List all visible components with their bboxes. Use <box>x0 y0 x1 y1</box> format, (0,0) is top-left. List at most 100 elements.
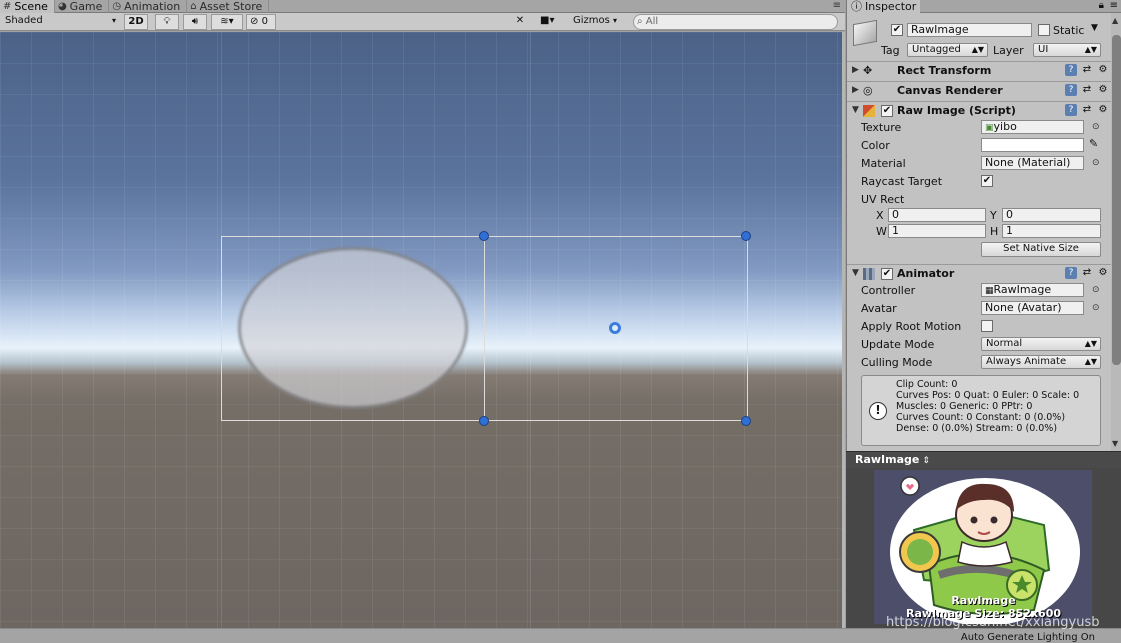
pivot-handle[interactable] <box>609 322 621 334</box>
uv-x-field[interactable]: 0 <box>888 208 986 222</box>
uv-w-value: 1 <box>892 224 899 237</box>
help-book-icon[interactable]: ? <box>1065 267 1077 279</box>
material-field[interactable]: None (Material) <box>981 156 1084 170</box>
apply-root-motion-checkbox[interactable] <box>981 320 993 332</box>
gear-icon[interactable]: ⚙ <box>1097 64 1109 76</box>
texture-thumb-icon: ▣ <box>985 123 994 133</box>
component-canvas-renderer[interactable]: ▶ ◎ Canvas Renderer ? ⇄ ⚙ <box>847 81 1111 100</box>
tab-asset-store[interactable]: ⌂ Asset Store <box>187 0 270 13</box>
active-checkbox[interactable]: ✔ <box>891 24 903 36</box>
avatar-field[interactable]: None (Avatar) <box>981 301 1084 315</box>
hidden-objects-toggle[interactable]: ⊘ 0 <box>246 14 276 30</box>
gear-icon[interactable]: ⚙ <box>1097 267 1109 279</box>
color-field[interactable] <box>981 138 1084 152</box>
chevron-down-icon[interactable]: ▼ <box>1091 23 1098 33</box>
preset-sliders-icon[interactable]: ⇄ <box>1081 84 1093 96</box>
tab-animation[interactable]: ◷ Animation <box>109 0 188 13</box>
preview-title: RawImage <box>855 453 920 466</box>
checkmark-icon: ✔ <box>882 268 892 279</box>
set-native-size-button[interactable]: Set Native Size <box>981 242 1101 257</box>
uv-h-field[interactable]: 1 <box>1002 224 1101 238</box>
info-line: Dense: 0 (0.0%) Stream: 0 (0.0%) <box>896 423 1058 434</box>
animator-icon <box>863 268 875 280</box>
gear-icon[interactable]: ⚙ <box>1097 84 1109 96</box>
raycast-target-checkbox[interactable]: ✔ <box>981 175 993 187</box>
shading-mode-dropdown[interactable]: Shaded ▾ <box>2 14 118 30</box>
watermark-text: https://blog.csdn.net/xxiangyusb <box>886 615 1100 630</box>
tab-scene[interactable]: # Scene <box>0 0 55 13</box>
texture-field[interactable]: ▣yibo <box>981 120 1084 134</box>
scene-viewport[interactable] <box>0 32 842 628</box>
object-name-value: RawImage <box>911 23 969 36</box>
uv-y-label: Y <box>990 209 997 222</box>
eyedropper-icon[interactable]: ✎ <box>1089 137 1098 150</box>
object-picker-icon[interactable]: ⊙ <box>1092 122 1100 132</box>
color-label: Color <box>861 139 890 152</box>
preset-sliders-icon[interactable]: ⇄ <box>1081 267 1093 279</box>
gizmos-dropdown[interactable]: Gizmos ▾ <box>570 14 626 30</box>
object-picker-icon[interactable]: ⊙ <box>1092 158 1100 168</box>
object-name-field[interactable]: RawImage <box>907 23 1032 37</box>
help-book-icon[interactable]: ? <box>1065 104 1077 116</box>
chevron-down-icon: ▾ <box>111 16 116 25</box>
lock-icon[interactable]: 🔒︎ <box>1099 0 1104 11</box>
component-animator[interactable]: ▼ ✔ Animator ? ⇄ ⚙ <box>847 264 1111 283</box>
uv-h-label: H <box>990 225 999 238</box>
object-picker-icon[interactable]: ⊙ <box>1092 303 1100 313</box>
checkmark-icon: ✔ <box>882 105 892 116</box>
update-mode-dropdown[interactable]: Normal ▲▼ <box>981 337 1101 351</box>
rect-handle-bottom-left[interactable] <box>479 416 489 426</box>
controller-field[interactable]: ▦RawImage <box>981 283 1084 297</box>
inspector-scrollbar[interactable]: ▲ ▼ <box>1111 13 1121 451</box>
scene-tab-bar: # Scene ◕ Game ◷ Animation ⌂ Asset Store… <box>0 0 845 13</box>
rect-transform-title: Rect Transform <box>897 64 992 77</box>
toggle-2d-button[interactable]: 2D <box>124 14 148 30</box>
camera-dropdown[interactable]: ■▾ <box>537 14 565 30</box>
status-bar: Auto Generate Lighting On <box>0 628 1121 643</box>
scroll-down-icon[interactable]: ▼ <box>1112 439 1118 448</box>
object-picker-icon[interactable]: ⊙ <box>1092 285 1100 295</box>
shading-mode-label: Shaded <box>5 15 43 26</box>
update-mode-label: Update Mode <box>861 338 935 351</box>
foldout-closed-icon: ▶ <box>852 65 859 75</box>
tools-button[interactable]: ✕ <box>510 14 530 30</box>
help-book-icon[interactable]: ? <box>1065 64 1077 76</box>
preset-sliders-icon[interactable]: ⇄ <box>1081 64 1093 76</box>
component-raw-image[interactable]: ▼ ✔ Raw Image (Script) ? ⇄ ⚙ <box>847 101 1111 120</box>
help-book-icon[interactable]: ? <box>1065 84 1077 96</box>
layer-label: Layer <box>993 44 1024 57</box>
scene-scrollbar[interactable] <box>842 32 845 628</box>
effects-dropdown[interactable]: ≋▾ <box>211 14 243 30</box>
gear-icon[interactable]: ⚙ <box>1097 104 1109 116</box>
lighting-toggle[interactable]: 💡︎ <box>155 14 179 30</box>
uv-y-field[interactable]: 0 <box>1002 208 1101 222</box>
chevron-down-icon: ▾ <box>613 16 618 25</box>
animator-enabled-checkbox[interactable]: ✔ <box>881 268 893 280</box>
rect-handle-top-left[interactable] <box>479 231 489 241</box>
scrollbar-thumb[interactable] <box>1112 35 1121 365</box>
rect-handle-bottom-right[interactable] <box>741 416 751 426</box>
layer-dropdown[interactable]: UI ▲▼ <box>1033 43 1101 57</box>
uv-x-value: 0 <box>892 208 899 221</box>
toggle-2d-label: 2D <box>128 16 144 27</box>
tab-game[interactable]: ◕ Game <box>55 0 110 13</box>
uv-w-field[interactable]: 1 <box>888 224 986 238</box>
component-rect-transform[interactable]: ▶ ✥ Rect Transform ? ⇄ ⚙ <box>847 61 1111 80</box>
preset-sliders-icon[interactable]: ⇄ <box>1081 104 1093 116</box>
dropdown-arrow-icon: ⇕ <box>922 456 930 466</box>
static-checkbox[interactable] <box>1038 24 1050 36</box>
scroll-up-icon[interactable]: ▲ <box>1112 16 1118 25</box>
info-line: Muscles: 0 Generic: 0 PPtr: 0 <box>896 401 1033 412</box>
rect-handle-top-right[interactable] <box>741 231 751 241</box>
preview-header[interactable]: RawImage ⇕ <box>846 451 1121 468</box>
scene-search-input[interactable]: ⌕ All <box>633 14 838 30</box>
tag-value: Untagged <box>912 44 961 55</box>
tag-dropdown[interactable]: Untagged ▲▼ <box>907 43 988 57</box>
menu-icon[interactable]: ≡ <box>1110 0 1118 11</box>
audio-toggle[interactable]: 🔊︎ <box>183 14 207 30</box>
rect-transform-icon: ✥ <box>863 64 873 77</box>
tab-inspector[interactable]: ⓘ Inspector <box>847 0 921 13</box>
raw-image-enabled-checkbox[interactable]: ✔ <box>881 105 893 117</box>
tab-menu-icon[interactable]: ≡ <box>833 0 841 12</box>
culling-mode-dropdown[interactable]: Always Animate ▲▼ <box>981 355 1101 369</box>
